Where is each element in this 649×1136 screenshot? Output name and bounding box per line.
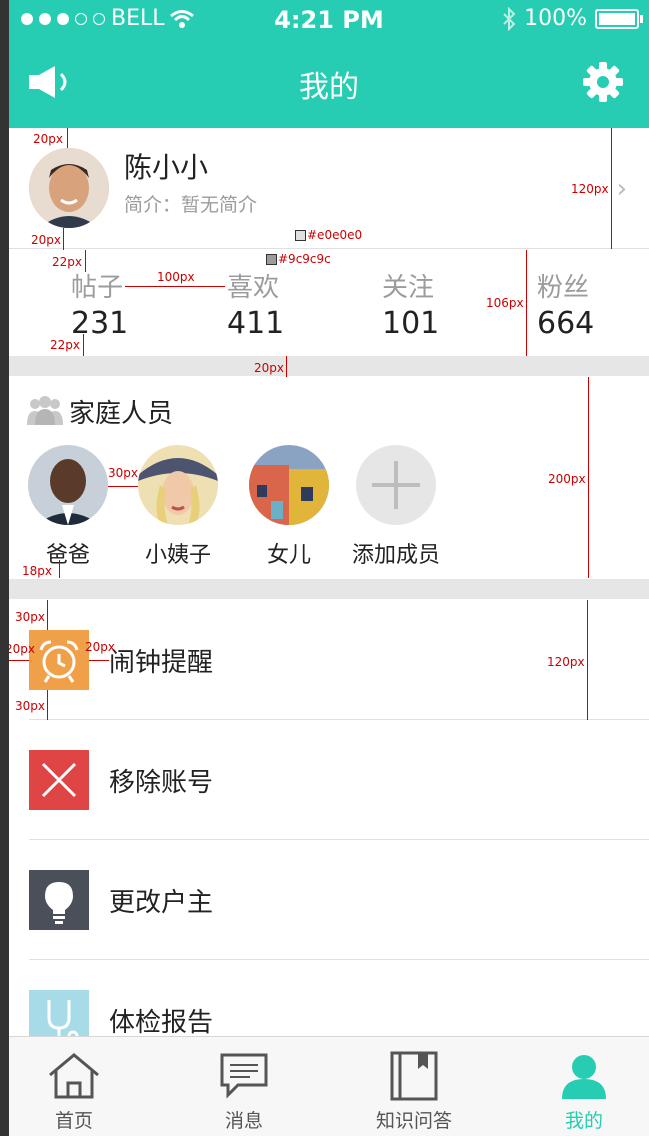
tab-profile[interactable]: 我的	[519, 1037, 649, 1136]
stat-likes[interactable]: 喜欢 411	[227, 267, 337, 341]
menu-list: 闹钟提醒 移除账号 更改户主 体检报告	[9, 600, 649, 1080]
measure-line	[286, 356, 287, 377]
tab-bar: 首页 消息 知识问答 我的	[9, 1036, 649, 1136]
measure-line	[108, 486, 138, 487]
measure-line	[526, 250, 527, 356]
stat-following[interactable]: 关注 101	[382, 267, 492, 341]
avatar-image	[29, 148, 109, 228]
stat-value: 411	[227, 306, 285, 341]
bluetooth-icon	[503, 6, 516, 31]
measure-line	[59, 560, 60, 578]
family-member[interactable]: 小姨子	[123, 445, 233, 569]
family-member[interactable]: 爸爸	[13, 445, 123, 569]
alarm-clock-icon	[29, 630, 89, 690]
measure-label: 20px	[254, 361, 284, 375]
measure-label: 100px	[157, 270, 195, 284]
tab-label: 我的	[564, 1110, 603, 1132]
member-name: 小姨子	[144, 543, 211, 568]
chevron-right-icon[interactable]: ›	[617, 174, 627, 204]
home-icon	[49, 1053, 99, 1099]
measure-line	[67, 128, 68, 148]
stat-value: 231	[71, 306, 129, 341]
member-name: 女儿	[266, 543, 311, 568]
stat-value: 664	[537, 306, 595, 341]
menu-item-remove-account[interactable]: 移除账号	[29, 720, 649, 840]
tab-label: 消息	[224, 1110, 263, 1132]
measure-label: 30px	[108, 466, 138, 480]
stat-value: 101	[382, 306, 440, 341]
member-avatar	[249, 445, 329, 525]
measure-line	[63, 228, 64, 250]
family-title: 家庭人员	[69, 399, 174, 429]
measure-label: 20px	[85, 640, 115, 654]
tab-knowledge[interactable]: 知识问答	[349, 1037, 479, 1136]
measure-line	[588, 377, 589, 578]
member-avatar	[28, 445, 108, 525]
measure-label: 30px	[15, 699, 45, 713]
measure-label: 200px	[548, 472, 586, 486]
measure-line	[47, 600, 48, 630]
status-bar: BELL 4:21 PM 100%	[9, 0, 649, 40]
menu-item-label: 更改户主	[109, 888, 214, 918]
message-icon	[220, 1053, 268, 1099]
battery-percent: 100%	[524, 6, 587, 31]
measure-label: 22px	[52, 255, 82, 269]
measure-line	[83, 334, 84, 356]
stat-followers[interactable]: 粉丝 664	[537, 267, 647, 341]
measure-line	[587, 600, 588, 720]
stat-label: 喜欢	[227, 273, 280, 303]
profile-bio: 简介：暂无简介	[124, 194, 258, 216]
color-label: #e0e0e0	[307, 228, 363, 242]
member-avatar	[138, 445, 218, 525]
color-swatch	[295, 230, 306, 241]
book-icon	[390, 1051, 438, 1101]
section-divider	[9, 356, 649, 376]
member-name: 添加成员	[351, 543, 440, 568]
battery-icon	[595, 8, 643, 29]
lightbulb-icon	[29, 870, 89, 930]
measure-label: 20px	[31, 233, 61, 247]
page-title: 我的	[299, 70, 359, 105]
color-swatch	[266, 254, 277, 265]
family-member[interactable]: 女儿	[234, 445, 344, 569]
menu-item-label: 体检报告	[109, 1008, 214, 1038]
profile-name: 陈小小	[124, 151, 209, 184]
measure-label: 120px	[547, 655, 585, 669]
left-edge	[0, 0, 9, 1136]
family-icon	[27, 396, 63, 425]
tab-label: 首页	[54, 1110, 93, 1132]
plus-icon	[356, 445, 436, 525]
user-icon	[562, 1055, 606, 1099]
measure-line	[125, 286, 225, 287]
measure-label: 20px	[9, 642, 35, 656]
measure-line	[9, 660, 29, 661]
measure-line	[47, 690, 48, 720]
status-right: 100%	[502, 6, 643, 31]
menu-item-label: 移除账号	[109, 768, 214, 798]
measure-line	[89, 660, 109, 661]
tab-home[interactable]: 首页	[9, 1037, 139, 1136]
measure-label: 18px	[22, 564, 52, 578]
menu-item-change-owner[interactable]: 更改户主	[29, 840, 649, 960]
menu-item-label: 闹钟提醒	[109, 648, 214, 678]
gear-icon[interactable]	[583, 62, 623, 102]
measure-line	[611, 128, 612, 249]
section-divider	[9, 579, 649, 599]
stat-label: 关注	[382, 273, 435, 303]
measure-label: 30px	[15, 610, 45, 624]
add-member-button[interactable]: 添加成员	[341, 445, 451, 569]
avatar[interactable]	[29, 148, 109, 228]
measure-label: 20px	[33, 132, 63, 146]
top-bar: BELL 4:21 PM 100% 我的	[9, 0, 649, 128]
measure-label: 22px	[50, 338, 80, 352]
measure-line	[85, 250, 86, 272]
tab-messages[interactable]: 消息	[179, 1037, 309, 1136]
close-icon	[29, 750, 89, 810]
app-screen: BELL 4:21 PM 100% 我的 陈小小 简介：暂无简介 › 帖子 23…	[9, 0, 649, 1136]
measure-label: 120px	[571, 182, 609, 196]
tab-label: 知识问答	[375, 1110, 452, 1132]
stat-label: 粉丝	[537, 273, 590, 303]
color-label: #9c9c9c	[278, 252, 331, 266]
measure-label: 106px	[486, 296, 524, 310]
